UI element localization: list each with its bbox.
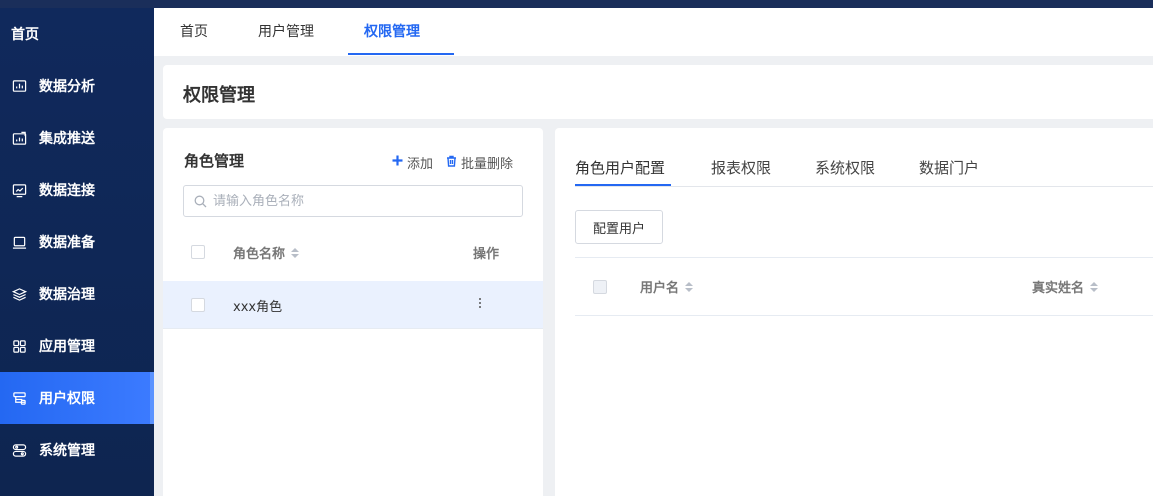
config-panel: 角色用户配置 报表权限 系统权限 数据门户 配置用户 用户名 真实姓名 [555, 128, 1153, 496]
chart-icon [11, 78, 27, 94]
role-search-input[interactable] [213, 193, 513, 209]
active-config-tab-indicator [575, 184, 671, 186]
role-panel-title: 角色管理 [184, 152, 245, 170]
user-permission-icon [11, 390, 27, 406]
add-role-button[interactable]: 添加 [392, 153, 433, 172]
sidebar-item-system-management[interactable]: 系统管理 [0, 424, 154, 476]
tab-report-permission[interactable]: 报表权限 [711, 157, 771, 178]
system-settings-icon [11, 442, 27, 458]
role-table-header: 角色名称 操作 [163, 234, 543, 278]
sort-icon[interactable] [1090, 281, 1099, 292]
sidebar-item-data-analysis[interactable]: 数据分析 [0, 60, 154, 112]
top-strip [0, 0, 1153, 8]
search-icon [194, 195, 207, 208]
plus-icon [392, 155, 407, 170]
table-row[interactable]: xxx角色 [163, 281, 543, 329]
sort-icon[interactable] [685, 281, 694, 292]
active-tab-indicator [348, 53, 454, 55]
role-search-box [183, 185, 523, 217]
sidebar-item-data-governance[interactable]: 数据治理 [0, 268, 154, 320]
sidebar-item-user-permission[interactable]: 用户权限 [0, 372, 154, 424]
realname-column-header[interactable]: 真实姓名 [1032, 277, 1099, 296]
apps-grid-icon [11, 338, 27, 354]
tab-system-permission[interactable]: 系统权限 [815, 157, 875, 178]
more-actions-icon[interactable] [473, 293, 487, 313]
add-role-label: 添加 [407, 157, 434, 172]
sidebar-item-data-prepare[interactable]: 数据准备 [0, 216, 154, 268]
sidebar-item-app-management[interactable]: 应用管理 [0, 320, 154, 372]
laptop-icon [11, 234, 27, 250]
header-tabs: 首页 用户管理 权限管理 [154, 8, 1153, 56]
configure-users-button[interactable]: 配置用户 [575, 210, 663, 244]
batch-delete-label: 批量删除 [461, 157, 514, 172]
tab-user-management[interactable]: 用户管理 [258, 8, 314, 56]
sidebar-item-integration-push[interactable]: 集成推送 [0, 112, 154, 164]
trash-icon [446, 155, 461, 171]
row-checkbox[interactable] [191, 298, 205, 312]
select-all-roles-checkbox[interactable] [191, 245, 205, 259]
username-column-header[interactable]: 用户名 [640, 277, 694, 296]
select-all-users-checkbox[interactable] [593, 280, 607, 294]
sidebar-item-label: 数据准备 [39, 235, 95, 251]
sidebar-item-label: 数据连接 [39, 183, 95, 199]
realname-header-label: 真实姓名 [1032, 281, 1085, 296]
layers-icon [11, 286, 27, 302]
sidebar-home[interactable]: 首页 [11, 24, 39, 44]
sidebar-item-label: 集成推送 [39, 131, 95, 147]
username-header-label: 用户名 [640, 281, 680, 296]
sidebar-item-label: 数据治理 [39, 287, 95, 303]
sidebar-item-data-connect[interactable]: 数据连接 [0, 164, 154, 216]
sort-icon[interactable] [291, 247, 300, 258]
role-name-header-label: 角色名称 [233, 247, 286, 262]
batch-delete-button[interactable]: 批量删除 [446, 153, 513, 172]
tab-permission-management[interactable]: 权限管理 [364, 8, 420, 56]
role-name-column-header[interactable]: 角色名称 [233, 243, 300, 262]
actions-column-header: 操作 [473, 247, 500, 262]
push-chart-icon [11, 130, 27, 146]
tab-home[interactable]: 首页 [180, 8, 208, 56]
config-tabs: 角色用户配置 报表权限 系统权限 数据门户 [575, 150, 1153, 187]
sidebar: 首页 数据分析 集成推送 数据连接 数据准备 数据治理 应用管理 用户权限 系统… [0, 8, 154, 496]
sidebar-item-label: 系统管理 [39, 443, 95, 459]
tab-data-portal[interactable]: 数据门户 [919, 157, 979, 178]
sidebar-item-label: 用户权限 [39, 391, 95, 407]
sidebar-item-label: 应用管理 [39, 339, 95, 355]
monitor-connect-icon [11, 182, 27, 198]
tab-role-user-config[interactable]: 角色用户配置 [575, 157, 665, 178]
role-name-cell: xxx角色 [233, 300, 283, 315]
sidebar-item-label: 数据分析 [39, 79, 95, 95]
page-title-card: 权限管理 [163, 65, 1153, 119]
page-title: 权限管理 [183, 85, 255, 106]
user-table-header: 用户名 真实姓名 [575, 258, 1153, 316]
role-panel: 角色管理 添加 批量删除 角色名称 操作 xxx角色 [163, 128, 543, 496]
